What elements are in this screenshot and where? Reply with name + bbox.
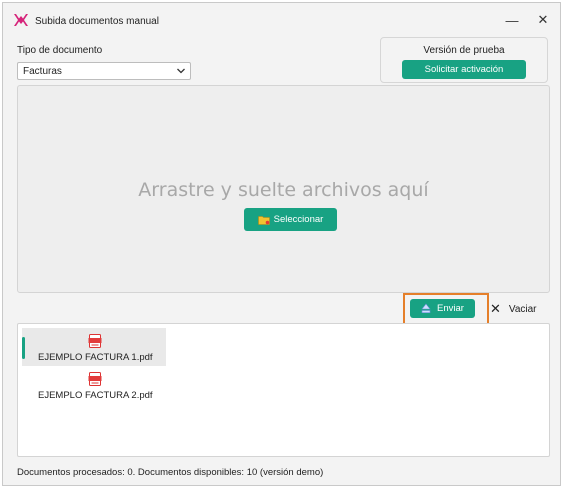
file-name: EJEMPLO FACTURA 1.pdf — [38, 352, 153, 363]
pdf-icon — [88, 372, 102, 386]
close-button[interactable]: ✕ — [528, 9, 558, 31]
send-button[interactable]: Enviar — [410, 299, 475, 318]
clear-button[interactable]: ✕ Vaciar — [490, 301, 537, 316]
file-item[interactable]: EJEMPLO FACTURA 2.pdf — [22, 366, 166, 404]
send-label: Enviar — [437, 303, 464, 314]
file-item[interactable]: EJEMPLO FACTURA 1.pdf — [22, 328, 166, 366]
minimize-icon: — — [505, 12, 519, 28]
doc-type-select[interactable]: Facturas — [17, 62, 191, 80]
file-drop-zone[interactable]: Arrastre y suelte archivos aquí Seleccio… — [17, 85, 550, 293]
status-bar-text: Documentos procesados: 0. Documentos dis… — [17, 467, 324, 478]
doc-type-label: Tipo de documento — [17, 45, 103, 56]
eject-icon — [421, 303, 431, 314]
select-files-button[interactable]: Seleccionar — [244, 208, 337, 231]
request-activation-button[interactable]: Solicitar activación — [402, 60, 526, 79]
window-title: Subida documentos manual — [35, 16, 159, 27]
select-files-label: Seleccionar — [273, 214, 324, 225]
file-list: EJEMPLO FACTURA 1.pdf EJEMPLO FACTURA 2.… — [17, 323, 550, 457]
chevron-down-icon — [177, 68, 185, 74]
drop-zone-text: Arrastre y suelte archivos aquí — [138, 179, 429, 201]
request-activation-label: Solicitar activación — [424, 64, 504, 75]
upload-window: Subida documentos manual — ✕ Tipo de doc… — [2, 2, 561, 486]
close-icon: ✕ — [537, 12, 549, 27]
doc-type-selected-value: Facturas — [23, 66, 62, 77]
minimize-button[interactable]: — — [497, 9, 527, 31]
app-logo-icon — [14, 14, 28, 26]
file-name: EJEMPLO FACTURA 2.pdf — [38, 390, 153, 401]
folder-icon — [257, 215, 270, 225]
trial-panel: Versión de prueba Solicitar activación — [380, 37, 548, 83]
title-bar: Subida documentos manual — ✕ — [3, 3, 560, 37]
x-icon: ✕ — [490, 301, 501, 316]
pdf-icon — [88, 334, 102, 348]
trial-label: Versión de prueba — [423, 45, 505, 56]
clear-label: Vaciar — [508, 303, 537, 315]
